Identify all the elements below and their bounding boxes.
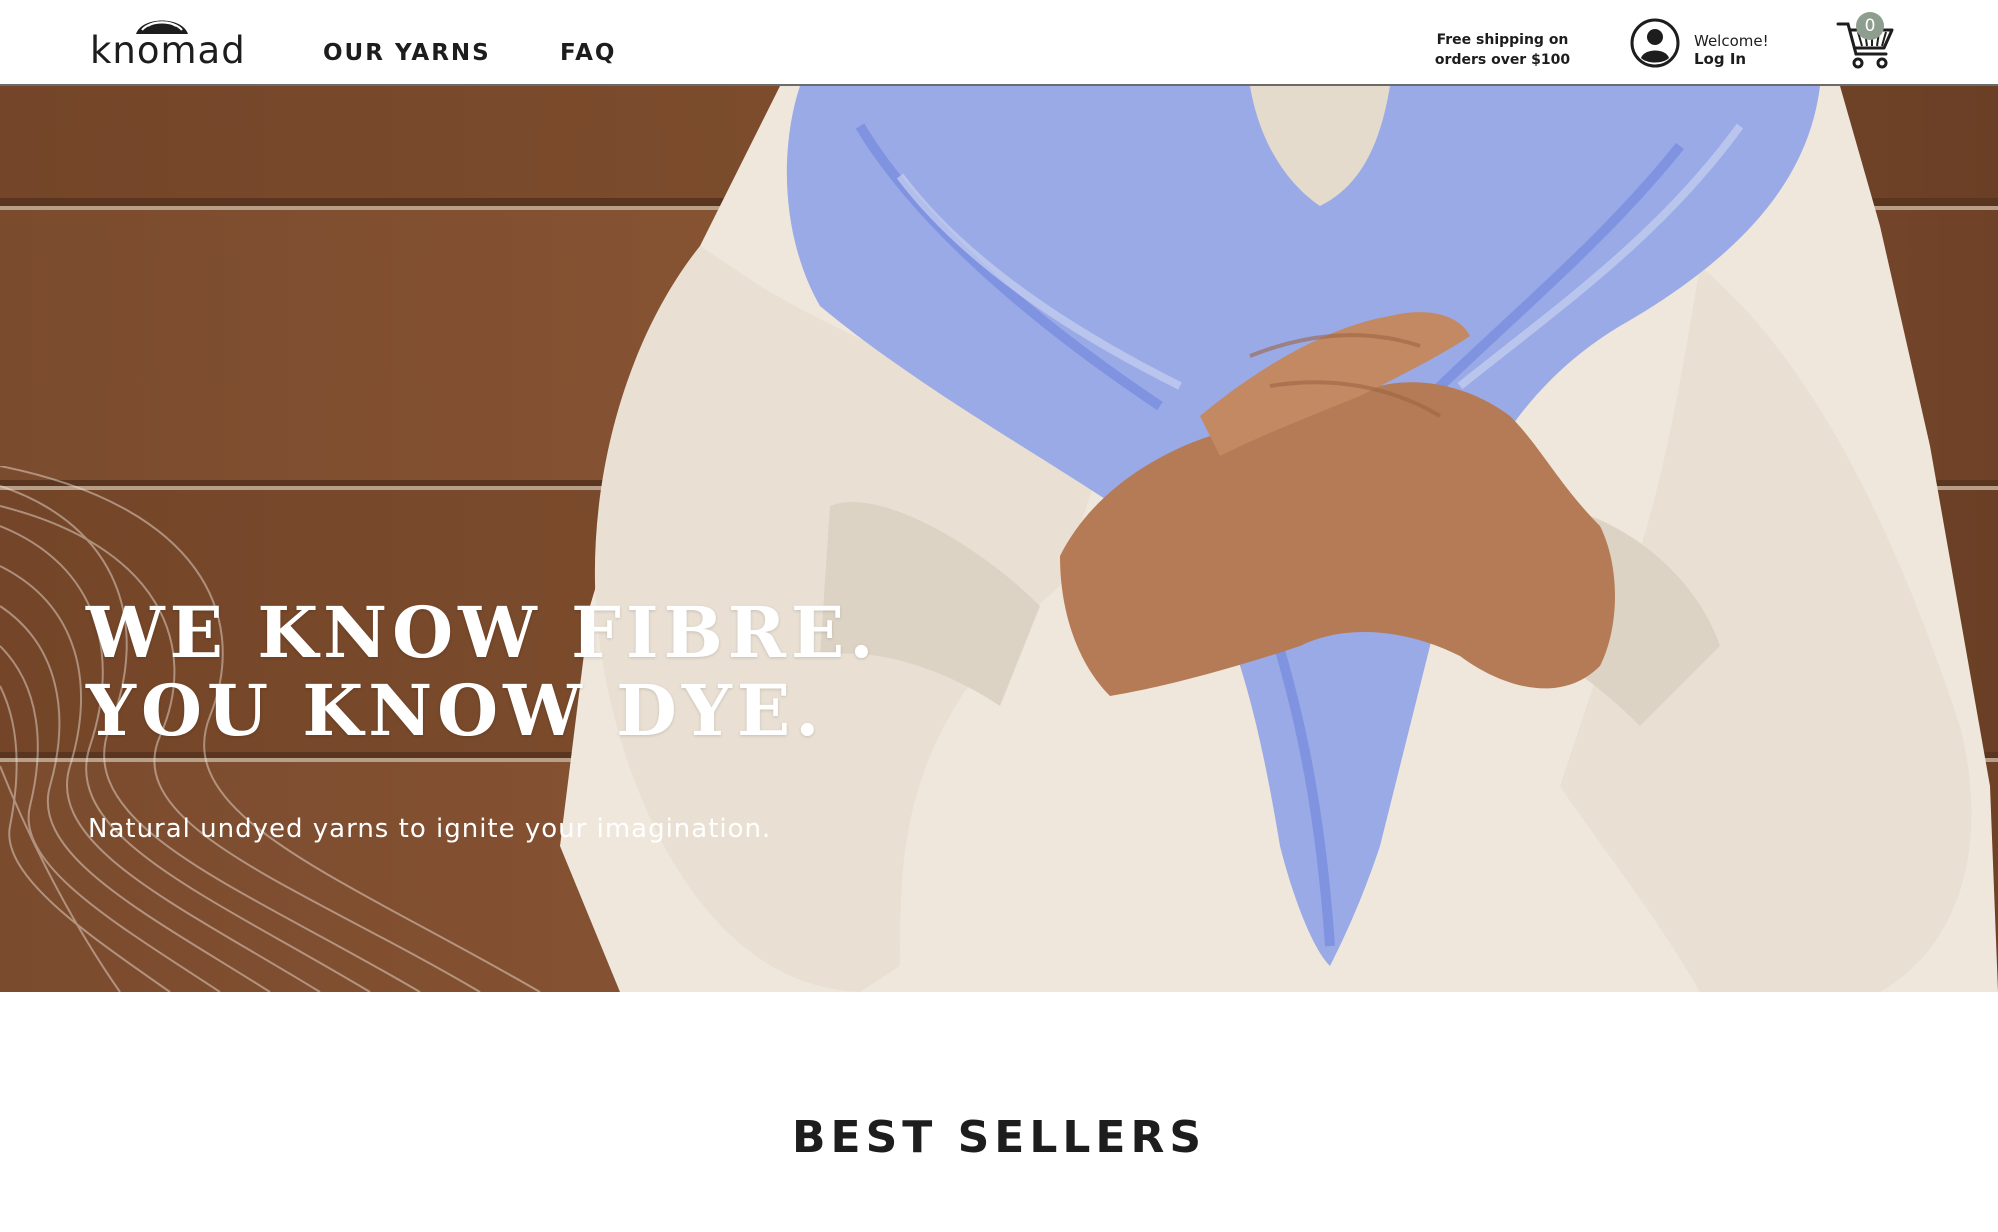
welcome-text: Welcome!	[1694, 32, 1769, 50]
nav-faq[interactable]: FAQ	[560, 42, 616, 65]
logo-wordmark: knomad	[90, 29, 246, 72]
login-link[interactable]: Log In	[1694, 50, 1746, 68]
shipping-line-1: Free shipping on	[1436, 32, 1569, 48]
best-sellers-heading: BEST SELLERS	[791, 1112, 1207, 1163]
site-header: knomad OUR YARNS FAQ Free shipping on or…	[0, 0, 1998, 86]
cart-button[interactable]: 0	[1836, 12, 1896, 70]
cart-count-badge: 0	[1856, 12, 1884, 40]
shipping-line-2: orders over $100	[1434, 52, 1571, 68]
hero-headline-line-2: YOU KNOW DYE.	[86, 669, 825, 752]
nav-our-yarns[interactable]: OUR YARNS	[323, 42, 491, 65]
user-icon	[1630, 18, 1680, 68]
site-logo[interactable]: knomad	[90, 10, 245, 70]
hero-tagline: Natural undyed yarns to ignite your imag…	[88, 814, 772, 844]
account-link[interactable]: Welcome! Log In	[1630, 18, 1790, 72]
hero-headline-line-1: WE KNOW FIBRE.	[86, 591, 879, 674]
hero-headline: WE KNOW FIBRE. YOU KNOW DYE.	[86, 594, 879, 750]
hero-banner: WE KNOW FIBRE. YOU KNOW DYE. Natural und…	[0, 86, 1998, 992]
shipping-notice: Free shipping on orders over $100	[1430, 30, 1575, 70]
